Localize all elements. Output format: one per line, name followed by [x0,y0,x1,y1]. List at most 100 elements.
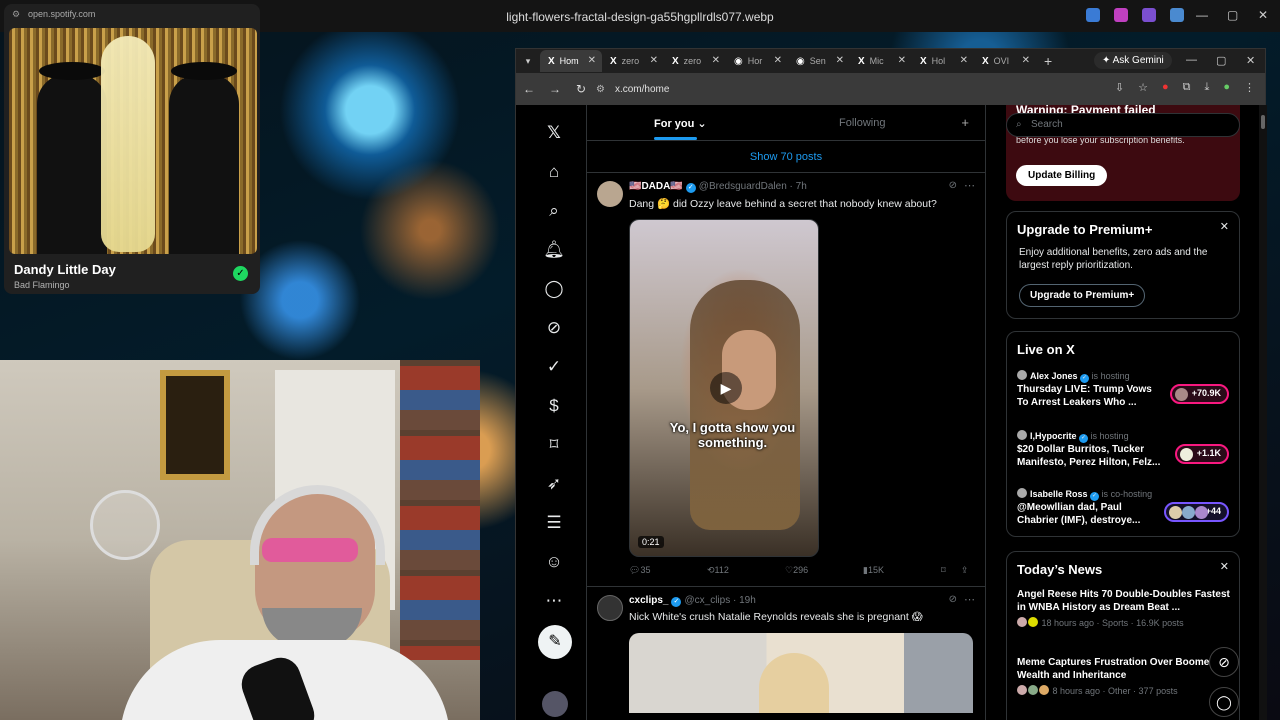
more-icon[interactable]: ⋯ [964,179,975,192]
tweet[interactable]: 🇺🇸DADA🇺🇸 ✓ @BredsguardDalen · 7h ⊘ ⋯ Dang … [587,173,985,587]
listener-count[interactable]: +1.1K [1174,444,1229,464]
menu-kebab-icon[interactable]: ⋮ [1244,81,1255,94]
avatar[interactable] [597,181,623,207]
download-icon[interactable]: ⤓ [1204,81,1209,94]
explore-search-icon[interactable]: ⌕ [534,191,574,230]
news-item[interactable]: Meme Captures Frustration Over Boomer We… [1017,656,1231,696]
grok-icon[interactable]: ⊘ [949,180,957,191]
news-item[interactable]: Angel Reese Hits 70 Double-Doubles Faste… [1017,588,1231,628]
tab-0[interactable]: X Hom ✕ [540,50,602,72]
new-tab-icon[interactable]: + [1044,53,1052,69]
tab-6[interactable]: X Hol ✕ [912,50,974,72]
profile-icon[interactable]: ☺ [534,542,574,581]
like-button[interactable]: ♡ 296 [785,565,808,576]
play-icon[interactable]: ▶ [710,372,742,404]
tab-close-icon[interactable]: ✕ [1022,55,1030,66]
rocket-icon[interactable]: ➶ [534,464,574,503]
song-artist[interactable]: Bad Flamingo [14,280,70,290]
account-avatar[interactable] [542,691,568,717]
tweet-video[interactable]: Yo, I gotta show you something. ▶ 0:21 [629,219,819,557]
messages-float-icon[interactable]: ◯ [1209,687,1239,717]
close-icon[interactable]: ✕ [1220,560,1229,573]
tab-1[interactable]: Xzero ✕ [602,50,664,72]
maximize-icon[interactable]: ▢ [1216,54,1226,67]
tab-close-icon[interactable]: ✕ [650,55,658,66]
bookmark-star-icon[interactable]: ☆ [1138,81,1148,94]
messages-icon[interactable]: ◯ [534,269,574,308]
tweet-video[interactable] [629,633,973,713]
update-billing-button[interactable]: Update Billing [1016,165,1108,186]
search-input[interactable]: ⌕ Search [1006,113,1240,137]
url-field[interactable]: ⚙ x.com/home [596,77,1066,101]
tab-favicon-icon: X [920,55,927,67]
extension-icon[interactable]: ● [1162,81,1169,94]
tab-4[interactable]: ◉ Sen ✕ [788,50,850,72]
show-posts-button[interactable]: Show 70 posts [587,141,985,173]
listener-count[interactable]: +70.9K [1169,384,1229,404]
home-icon[interactable]: ⌂ [534,152,574,191]
listener-count[interactable]: +44 [1163,502,1229,522]
grok-float-icon[interactable]: ⊘ [1209,647,1239,677]
minimize-icon[interactable]: — [1186,54,1197,66]
tab-2[interactable]: Xzero ✕ [664,50,726,72]
share-icon[interactable]: ⇪ [961,565,969,576]
tab-following[interactable]: Following [839,117,885,129]
tab-7[interactable]: X OVI ✕ [974,50,1036,72]
tray-app-icon[interactable] [1142,8,1156,22]
close-icon[interactable]: ✕ [1246,54,1255,67]
add-feed-icon[interactable]: + [961,115,969,130]
tab-search-icon[interactable]: ▾ [516,56,540,67]
forward-icon[interactable]: → [542,82,568,96]
avatar[interactable] [597,595,623,621]
more-icon[interactable]: ⋯ [534,581,574,620]
author-handle[interactable]: @cx_clips · 19h [684,595,755,606]
close-icon[interactable]: ✕ [1258,8,1268,22]
site-info-icon[interactable]: ⚙ [596,84,605,95]
tray-app-icon[interactable] [1114,8,1128,22]
tab-close-icon[interactable]: ✕ [774,55,782,66]
bookmarks-icon[interactable]: ⌑ [534,425,574,464]
reply-button[interactable]: 💬︎ 35 [629,565,650,576]
notifications-bell-icon[interactable]: 🔔︎ [534,230,574,269]
saved-check-icon[interactable]: ✓ [233,266,248,281]
author-name[interactable]: cxclips_ [629,595,668,606]
author-handle[interactable]: @BredsguardDalen · 7h [699,181,807,192]
tab-close-icon[interactable]: ✕ [836,55,844,66]
reload-icon[interactable]: ↻ [568,82,594,96]
author-name[interactable]: 🇺🇸DADA🇺🇸 [629,181,683,192]
tab-close-icon[interactable]: ✕ [712,55,720,66]
grok-icon[interactable]: ⊘ [949,594,957,605]
album-art[interactable] [9,28,257,254]
profile-avatar[interactable]: ● [1223,81,1230,94]
tab-5[interactable]: X Mic ✕ [850,50,912,72]
monetization-icon[interactable]: $ [534,386,574,425]
minimize-icon[interactable]: — [1196,8,1208,22]
tab-close-icon[interactable]: ✕ [960,55,968,66]
x-logo-icon[interactable]: 𝕏 [534,113,574,152]
ask-gemini-button[interactable]: ✦ Ask Gemini [1094,52,1172,69]
page-scrollbar[interactable] [1259,105,1267,720]
maximize-icon[interactable]: ▢ [1227,8,1238,22]
more-icon[interactable]: ⋯ [964,593,975,606]
install-app-icon[interactable]: ⇩ [1115,81,1124,94]
bookmark-icon[interactable]: ⌑ [941,565,946,576]
verified-icon[interactable]: ✓ [534,347,574,386]
lists-icon[interactable]: ☰ [534,503,574,542]
extensions-puzzle-icon[interactable]: ⧉ [1183,81,1191,94]
tweet[interactable]: cxclips_ ✓ @cx_clips · 19h ⊘ ⋯ Nick White'… [587,587,985,720]
compose-post-button[interactable]: ✎ [538,625,572,659]
grok-icon[interactable]: ⊘ [534,308,574,347]
tab-3[interactable]: ◉ Hor ✕ [726,50,788,72]
tab-for-you[interactable]: For you ⌄ [654,117,707,140]
song-title[interactable]: Dandy Little Day [14,262,116,277]
tray-app-icon[interactable] [1170,8,1184,22]
upgrade-premium-button[interactable]: Upgrade to Premium+ [1019,284,1146,307]
back-icon[interactable]: ← [516,82,542,96]
tab-close-icon[interactable]: ✕ [588,55,596,66]
views-button[interactable]: ▮ 15K [863,565,884,576]
repost-button[interactable]: ⟲ 112 [707,565,729,576]
site-info-icon[interactable]: ⚙ [12,9,20,20]
tab-close-icon[interactable]: ✕ [898,55,906,66]
tray-app-icon[interactable] [1086,8,1100,22]
close-icon[interactable]: ✕ [1220,220,1229,233]
